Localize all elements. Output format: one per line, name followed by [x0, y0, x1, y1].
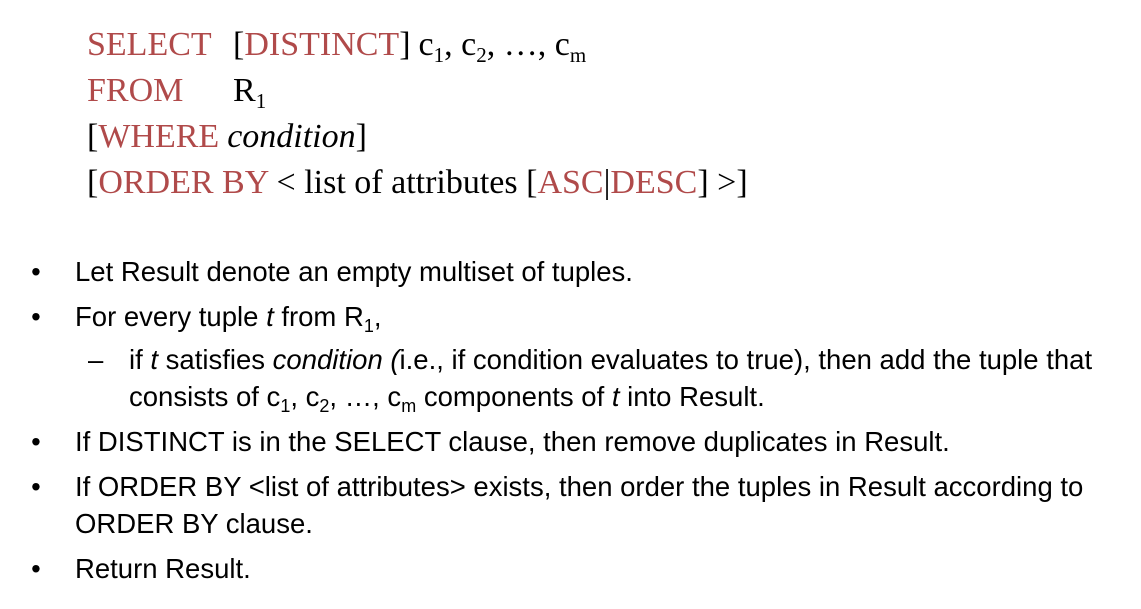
- asc-keyword: ASC: [537, 164, 604, 201]
- relation-subscript: 1: [363, 316, 374, 336]
- bullet-distinct: • If DISTINCT is in the SELECT clause, th…: [0, 423, 1141, 460]
- column-cm-subscript: m: [569, 43, 587, 67]
- order-attribute-list: < list of attributes: [268, 164, 527, 201]
- distinct-keyword: DISTINCT: [244, 26, 400, 63]
- sql-syntax-block: SELECT [DISTINCT] c1, c2, …, cm FROM R1 [WH…: [87, 22, 748, 206]
- order-open-bracket: [: [87, 164, 99, 201]
- select-keyword: SELECT: [87, 26, 212, 63]
- bullet-marker: •: [31, 301, 41, 332]
- bullet-for-every-tuple: • For every tuple t from R1,: [0, 298, 1141, 335]
- c2-subscript: 2: [319, 396, 330, 416]
- column-c1-subscript: 1: [433, 43, 445, 67]
- sub-bullet-text: if: [129, 344, 151, 375]
- bullet-marker: •: [31, 471, 41, 502]
- select-line: SELECT [DISTINCT] c1, c2, …, cm: [87, 22, 748, 68]
- dash-marker: –: [88, 344, 104, 375]
- column-c2-subscript: 2: [476, 43, 487, 67]
- bullet-marker: •: [31, 256, 41, 287]
- sort-close-bracket: ]: [697, 164, 709, 201]
- where-close-bracket: ]: [355, 118, 367, 155]
- sub-bullet-text: , c: [290, 381, 320, 412]
- where-keyword: WHERE: [98, 118, 220, 155]
- bullet-text: from R: [273, 301, 364, 332]
- bullet-return-result: • Return Result.: [0, 550, 1141, 587]
- c1-subscript: 1: [280, 396, 291, 416]
- where-line: [WHERE condition]: [87, 114, 748, 160]
- sub-bullet-condition: – if t satisfies condition (i.e., if cond…: [0, 341, 1141, 415]
- from-line: FROM R1: [87, 68, 748, 114]
- bullet-text: If ORDER BY <list of attributes> exists,…: [75, 471, 1084, 539]
- tuple-variable: t: [266, 301, 274, 332]
- sub-bullet-text: satisfies: [158, 344, 273, 375]
- from-keyword: FROM: [87, 72, 184, 109]
- bullet-text: For every tuple: [75, 301, 267, 332]
- relation-subscript: 1: [255, 89, 267, 113]
- order-line: [ORDER BY < list of attributes [ASC|DESC…: [87, 160, 748, 206]
- tuple-variable: t: [150, 344, 159, 375]
- order-by-keyword: ORDER BY: [98, 164, 269, 201]
- column-c1: c: [418, 26, 434, 63]
- bullet-marker: •: [31, 553, 41, 584]
- relation-name: R: [233, 72, 256, 109]
- condition-term: condition (: [272, 344, 400, 375]
- column-ellipsis: , …,: [486, 26, 555, 63]
- sub-bullet-text: , …, c: [329, 381, 402, 412]
- sub-bullet-list: – if t satisfies condition (i.e., if cond…: [0, 341, 1141, 415]
- slide: SELECT [DISTINCT] c1, c2, …, cm FROM R1 [WH…: [0, 0, 1141, 609]
- sub-bullet-text: components of: [416, 381, 612, 412]
- column-cm: c: [554, 26, 570, 63]
- bullet-text: Return Result.: [75, 553, 251, 584]
- column-c2: c: [461, 26, 477, 63]
- column-separator: ,: [444, 26, 462, 63]
- bullet-text: If DISTINCT is in the SELECT clause, the…: [75, 426, 950, 457]
- tuple-variable: t: [611, 381, 620, 412]
- order-close-bracket: >]: [708, 164, 748, 201]
- sub-bullet-text: into Result.: [619, 381, 765, 412]
- bullet-order-by: • If ORDER BY <list of attributes> exists…: [0, 468, 1141, 542]
- bullet-text: ,: [373, 301, 382, 332]
- sort-open-bracket: [: [526, 164, 538, 201]
- where-open-bracket: [: [87, 118, 99, 155]
- semantics-bullet-list: • Let Result denote an empty multiset of …: [0, 253, 1141, 587]
- cm-subscript: m: [401, 396, 417, 416]
- bullet-empty-result: • Let Result denote an empty multiset of …: [0, 253, 1141, 290]
- where-condition: condition: [227, 118, 356, 155]
- desc-keyword: DESC: [610, 164, 698, 201]
- bullet-text: Let Result denote an empty multiset of t…: [75, 256, 633, 287]
- bullet-marker: •: [31, 426, 41, 457]
- distinct-open-bracket: [: [233, 26, 245, 63]
- distinct-close-bracket: ]: [399, 26, 411, 63]
